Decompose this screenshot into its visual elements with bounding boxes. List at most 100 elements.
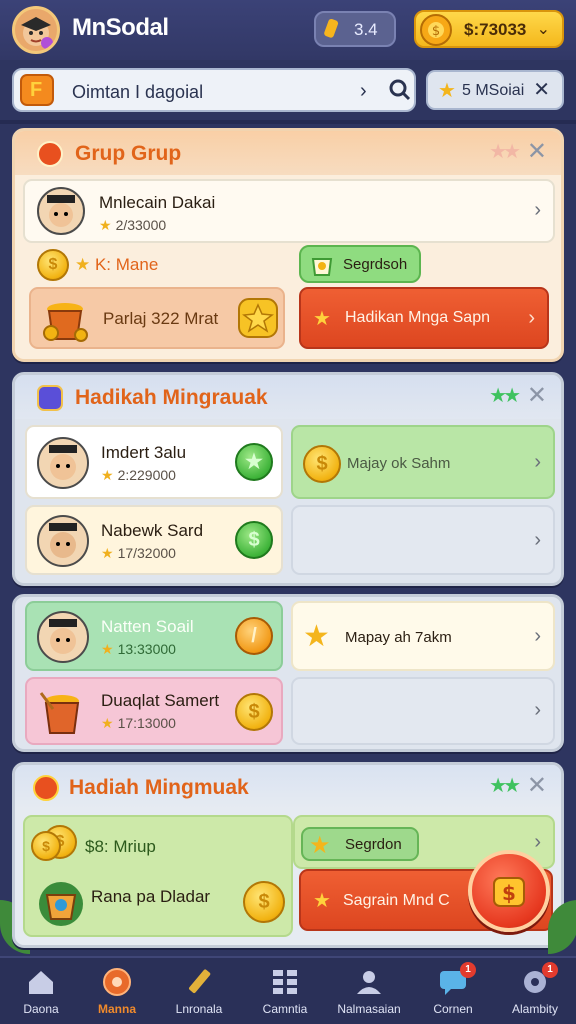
pencil-icon	[189, 969, 211, 993]
fire-star-icon	[33, 775, 59, 801]
notification-badge: 1	[542, 962, 558, 978]
orange-coin-icon: /	[235, 617, 273, 655]
reward-card[interactable]: ★ Mapay ah 7akm ›	[291, 601, 555, 671]
nav-label: Nalmasaian	[337, 1002, 401, 1016]
star-icon: ★	[101, 641, 114, 657]
chevron-right-icon: ›	[534, 451, 541, 473]
coin-icon: $	[37, 249, 69, 281]
flame-icon	[37, 141, 63, 167]
star-icon: ★	[438, 80, 456, 102]
close-icon[interactable]: ✕	[527, 771, 547, 800]
coin-reward-label: ★ K: Mane	[75, 255, 159, 274]
nav-nalmasaian[interactable]: Nalmasaian	[328, 958, 410, 1024]
search-icon[interactable]	[388, 78, 412, 102]
empty-slot[interactable]: ›	[291, 505, 555, 575]
energy-counter[interactable]: 3.4	[314, 11, 396, 47]
panel-hadikah: Hadikah Mingrauak ★★ ✕ Imdert 3alu ★ 2:22…	[12, 372, 564, 586]
panel-grup-title: Grup Grup	[75, 142, 182, 165]
filter-chip[interactable]: ★ 5 MSoiai ✕	[426, 70, 564, 110]
close-icon[interactable]: ✕	[527, 137, 547, 166]
fab-reward-button[interactable]: $	[468, 850, 550, 932]
shield-badge-icon	[103, 968, 131, 996]
user-avatar	[37, 187, 85, 235]
player-row[interactable]: Duaqlat Samert ★ 17:13000 $	[25, 677, 283, 745]
reward-label: Mapay ah 7akm	[345, 629, 452, 646]
star-icon: ★	[101, 715, 114, 731]
nav-label: Alambity	[511, 1002, 558, 1016]
coin-icon: $	[303, 445, 341, 483]
stars-icon: ★★	[489, 775, 521, 797]
close-icon[interactable]: ✕	[533, 77, 550, 102]
treasure-pot-icon	[39, 692, 80, 734]
top-bar: MnSodal 3.4 $ $:73033 ⌄	[0, 0, 576, 60]
panel-hadikah-title: Hadikah Mingrauak	[75, 386, 268, 409]
nav-daona[interactable]: Daona	[0, 958, 82, 1024]
chevron-right-icon: ›	[360, 80, 367, 102]
panel-grup: Grup Grup ★★ ✕ Mnlecain Dakai ★ 2/33000 ›…	[12, 128, 564, 362]
player-avatar	[37, 611, 89, 663]
player-name: Nabewk Sard	[101, 521, 204, 540]
badge-label: Segrdon	[345, 836, 402, 853]
star-icon: ★	[101, 545, 114, 561]
player-name: Natten Soail	[101, 617, 194, 636]
player-name: Duaqlat Samert	[101, 691, 220, 710]
close-icon[interactable]: ✕	[527, 381, 547, 410]
coin-icon: $	[31, 831, 61, 861]
cta-label: Hadikan Mnga Sapn	[345, 309, 490, 326]
reward-bag-icon: $	[493, 877, 525, 907]
coin-icon: $	[235, 693, 273, 731]
cta-label: Sagrain Mnd C	[343, 892, 450, 909]
nav-label: Camntia	[262, 1002, 308, 1016]
panel-grup-header: Grup Grup ★★ ✕	[15, 131, 561, 175]
grid-icon	[273, 970, 297, 994]
badge-segrdon[interactable]: ★ Segrdon	[301, 827, 419, 861]
chest-card[interactable]: Parlaj 322 Mrat	[29, 287, 285, 349]
star-icon: ★	[303, 620, 330, 653]
panel-leaderboard: Natten Soail ★ 13:33000 / ★ Mapay ah 7akm…	[12, 594, 564, 752]
panel-hadiah-title: Hadiah Mingmuak	[69, 776, 249, 799]
nav-camntia[interactable]: Camntia	[244, 958, 326, 1024]
nav-label: Lnronala	[175, 1002, 223, 1016]
player-score: ★ 13:33000	[101, 641, 176, 657]
nav-manna[interactable]: Manna	[76, 958, 158, 1024]
home-icon	[29, 971, 53, 994]
coin-balance[interactable]: $ $:73033 ⌄	[414, 10, 564, 48]
coins-value: $:73033	[464, 20, 527, 39]
search-bar[interactable]: Oimtan I dagoial ›	[12, 68, 416, 112]
trophy-icon	[37, 385, 63, 411]
panel-hadikah-header: Hadikah Mingrauak ★★ ✕	[15, 375, 561, 419]
star-badge-icon	[238, 298, 278, 338]
gift-bag-icon	[311, 258, 333, 276]
badge-label: Segrdsoh	[343, 256, 408, 273]
chevron-right-icon: ›	[534, 831, 541, 853]
user-card[interactable]: Mnlecain Dakai ★ 2/33000 ›	[23, 179, 555, 243]
player-row[interactable]: Imdert 3alu ★ 2:229000 ★	[25, 425, 283, 499]
profile-avatar[interactable]	[12, 6, 60, 54]
bottom-navigation: Daona Manna Lnronala Camntia Nalmasaian …	[0, 956, 576, 1024]
badge-segrdsoh[interactable]: Segrdsoh	[299, 245, 421, 283]
player-row[interactable]: Natten Soail ★ 13:33000 /	[25, 601, 283, 671]
energy-bolt-icon	[324, 18, 339, 38]
user-score: ★ 2/33000	[99, 217, 167, 233]
treasure-map-icon	[39, 882, 83, 926]
avatar-face-icon	[21, 17, 53, 49]
stars-icon: ★★	[489, 141, 521, 163]
player-avatar	[37, 515, 89, 567]
energy-value: 3.4	[354, 20, 378, 39]
nav-cornen[interactable]: 1 Cornen	[412, 958, 494, 1024]
user-name: Mnlecain Dakai	[99, 193, 216, 212]
reward-card[interactable]: $ Majay ok Sahm ›	[291, 425, 555, 499]
nav-lnronala[interactable]: Lnronala	[158, 958, 240, 1024]
green-coin-icon: ★	[235, 443, 273, 481]
users-icon	[357, 971, 381, 994]
empty-slot[interactable]: ›	[291, 677, 555, 745]
panel-hadiah-header: Hadiah Mingmuak ★★ ✕	[15, 765, 561, 809]
cta-hadikan-button[interactable]: ★ Hadikan Mnga Sapn ›	[299, 287, 549, 349]
app-title: MnSodal	[72, 14, 169, 41]
star-icon: ★	[101, 467, 114, 483]
player-row[interactable]: Nabewk Sard ★ 17/32000 $	[25, 505, 283, 575]
gear-coin-icon: $	[420, 14, 452, 46]
coins-reward-card[interactable]: $ $ $8: Mriup Rana pa Dladar $	[23, 815, 293, 937]
nav-alambity[interactable]: 1 Alambity	[494, 958, 576, 1024]
stars-icon: ★★	[489, 385, 521, 407]
